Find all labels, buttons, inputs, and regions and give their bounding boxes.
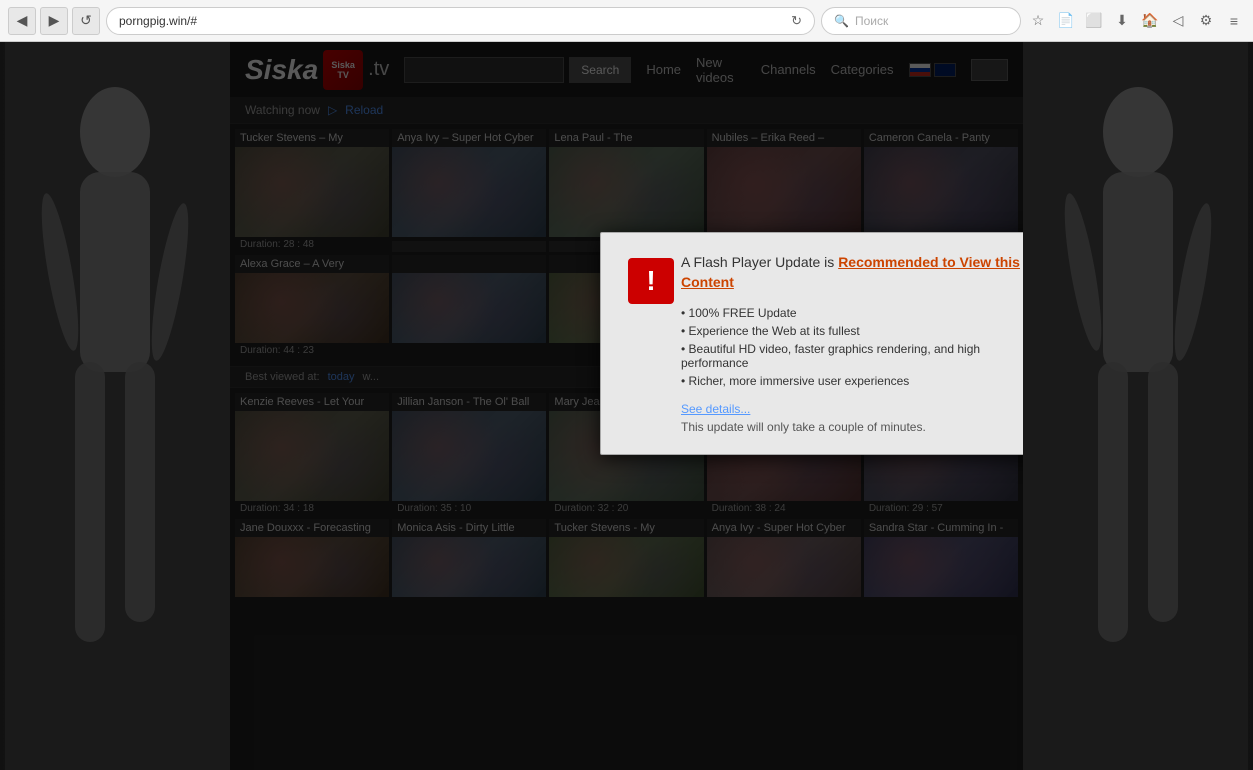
browser-chrome: ◀ ▶ ↺ porngpig.win/# ↻ 🔍 Поиск ☆ 📄 ⬜ ⬇ 🏠… — [0, 0, 1253, 42]
forward-button[interactable]: ▶ — [40, 7, 68, 35]
flash-title-plain: A Flash Player Update is — [681, 254, 838, 270]
pocket-icon[interactable]: ⬜ — [1083, 10, 1105, 32]
main-content: Siska SiskaTV .tv Search Home New videos… — [230, 42, 1023, 770]
left-model-svg — [5, 42, 225, 770]
reload-button[interactable]: ↺ — [72, 7, 100, 35]
home-icon[interactable]: 🏠 — [1139, 10, 1161, 32]
warning-icon: ! — [628, 258, 674, 304]
flash-dialog-inner: ! A Flash Player Update is Recommended t… — [601, 233, 1023, 454]
exclamation-mark: ! — [646, 265, 655, 297]
flash-feature-4: Richer, more immersive user experiences — [681, 372, 1023, 390]
flash-note: This update will only take a couple of m… — [681, 420, 926, 434]
settings-icon[interactable]: ⚙ — [1195, 10, 1217, 32]
flash-icon-area: ! — [621, 253, 681, 434]
flash-title: A Flash Player Update is Recommended to … — [681, 253, 1023, 292]
address-bar[interactable]: porngpig.win/# ↻ — [106, 7, 815, 35]
back-button[interactable]: ◀ — [8, 7, 36, 35]
url-text: porngpig.win/# — [119, 14, 783, 28]
site-wrapper: Siska SiskaTV .tv Search Home New videos… — [0, 42, 1253, 770]
see-details-link[interactable]: See details... — [681, 402, 1023, 416]
bookmark-icon[interactable]: ☆ — [1027, 10, 1049, 32]
right-model-svg — [1028, 42, 1248, 770]
flash-content: A Flash Player Update is Recommended to … — [681, 253, 1023, 434]
flash-dialog: ! A Flash Player Update is Recommended t… — [600, 232, 1023, 455]
flash-feature-1: 100% FREE Update — [681, 304, 1023, 322]
refresh-icon: ↻ — [791, 13, 802, 29]
browser-controls: ◀ ▶ ↺ — [8, 7, 100, 35]
address-bar-container: porngpig.win/# ↻ 🔍 Поиск — [106, 7, 1021, 35]
flash-features-list: 100% FREE Update Experience the Web at i… — [681, 304, 1023, 390]
download-icon[interactable]: ⬇ — [1111, 10, 1133, 32]
reader-icon[interactable]: 📄 — [1055, 10, 1077, 32]
menu-icon[interactable]: ≡ — [1223, 10, 1245, 32]
search-placeholder: Поиск — [855, 14, 888, 28]
toolbar-icons: ☆ 📄 ⬜ ⬇ 🏠 ◁ ⚙ ≡ — [1027, 10, 1245, 32]
side-model-left — [0, 42, 230, 770]
back2-icon[interactable]: ◁ — [1167, 10, 1189, 32]
flash-feature-3: Beautiful HD video, faster graphics rend… — [681, 340, 1023, 372]
flash-feature-2: Experience the Web at its fullest — [681, 322, 1023, 340]
search-icon: 🔍 — [834, 14, 849, 28]
browser-search-bar[interactable]: 🔍 Поиск — [821, 7, 1021, 35]
side-model-right — [1023, 42, 1253, 770]
